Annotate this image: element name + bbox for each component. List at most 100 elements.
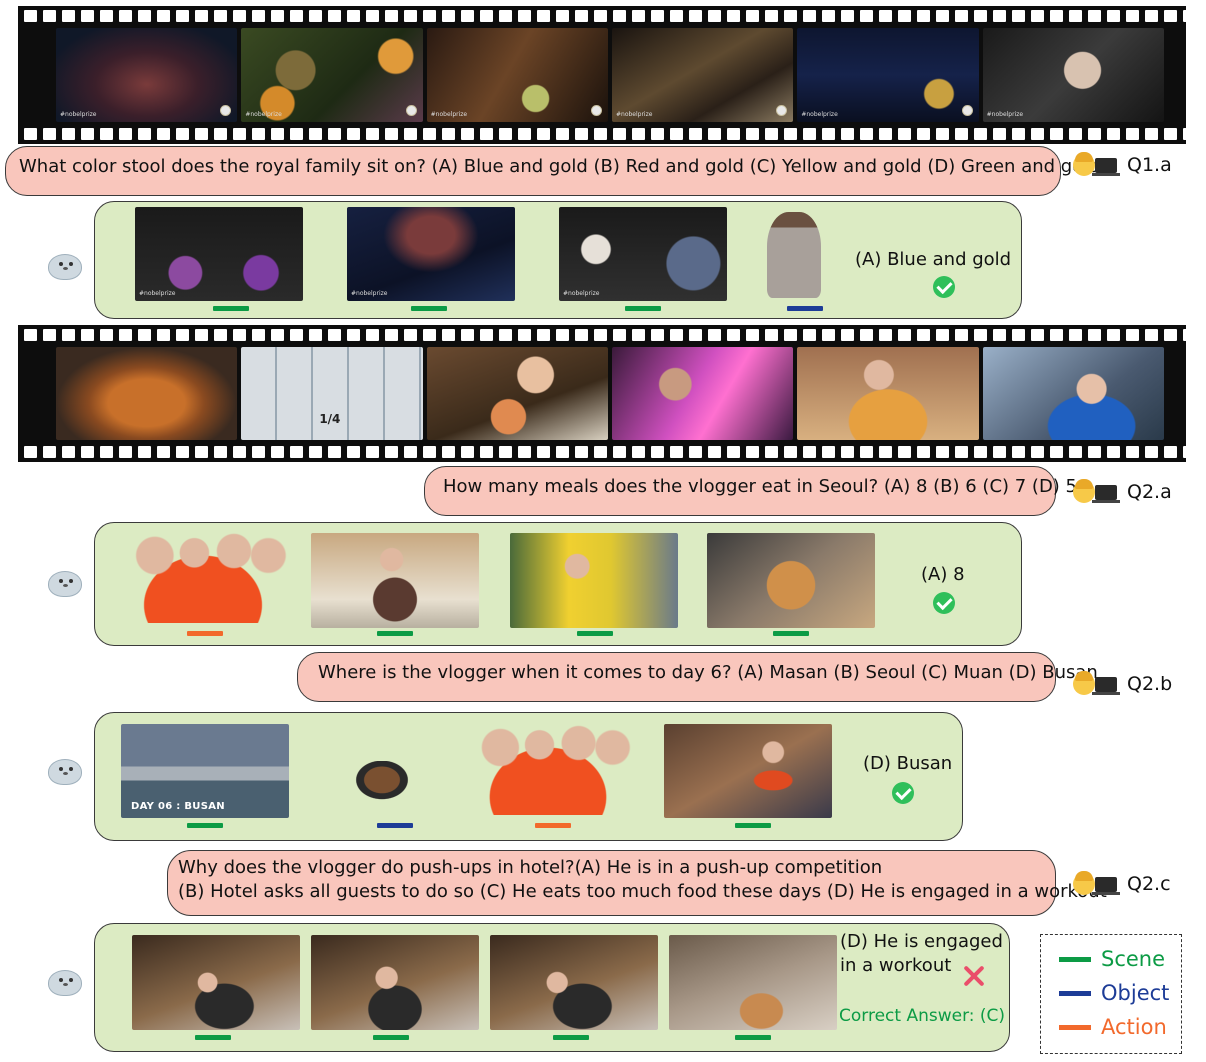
perforation-hole (157, 128, 170, 140)
perforation-hole (24, 446, 37, 458)
perforation-hole (480, 329, 493, 341)
perforation-hole (366, 446, 379, 458)
perforation-hole (879, 446, 892, 458)
perforation-hole (1107, 128, 1120, 140)
question-tag-q1a: Q1.a (1073, 152, 1172, 176)
perforation-hole (1183, 446, 1186, 458)
question-id: Q1.a (1127, 154, 1172, 176)
perforation-hole (594, 329, 607, 341)
perforation-hole (746, 128, 759, 140)
perforation-hole (936, 329, 949, 341)
scene-marker (187, 823, 223, 828)
perforation-hole (974, 128, 987, 140)
answer-text-line-2: in a workout (840, 955, 952, 976)
scene-marker (625, 306, 661, 311)
perforation-hole (119, 10, 132, 22)
scene-marker (577, 631, 613, 636)
perforation-hole (708, 329, 721, 341)
perforation-hole (613, 10, 626, 22)
perforation-hole (1069, 329, 1082, 341)
perforation-hole (290, 446, 303, 458)
perforation-hole (917, 10, 930, 22)
question-bubble-q2a: How many meals does the vlogger eat in S… (424, 466, 1077, 516)
perforation-hole (461, 329, 474, 341)
perforation-hole (385, 329, 398, 341)
evidence-frame: DAY 06 : BUSAN (121, 724, 289, 818)
answer-text-line-1: (D) He is engaged (840, 931, 1003, 952)
film-perforations-top (18, 329, 1186, 341)
perforation-hole (613, 446, 626, 458)
legend-item-object: Object (1059, 981, 1169, 1005)
perforation-hole (1126, 446, 1139, 458)
perforation-hole (765, 329, 778, 341)
perforation-hole (1012, 10, 1025, 22)
perforation-hole (309, 128, 322, 140)
perforation-hole (24, 10, 37, 22)
perforation-hole (62, 329, 75, 341)
question-text: Where is the vlogger when it comes to da… (318, 662, 1098, 683)
perforation-hole (784, 446, 797, 458)
video-frame: #nobelprize (56, 28, 238, 122)
frame-watermark: #nobelprize (986, 111, 1024, 118)
perforation-hole (233, 128, 246, 140)
perforation-hole (1088, 10, 1101, 22)
perforation-hole (195, 446, 208, 458)
scene-marker (773, 631, 809, 636)
check-icon (933, 592, 955, 614)
perforation-hole (518, 128, 531, 140)
perforation-hole (1107, 329, 1120, 341)
perforation-hole (822, 10, 835, 22)
legend-label: Scene (1101, 947, 1166, 971)
perforation-hole (271, 128, 284, 140)
perforation-hole (1164, 329, 1177, 341)
answer-panel-q2b: DAY 06 : BUSAN (D) Busan (94, 712, 963, 841)
perforation-hole (1069, 128, 1082, 140)
frame-watermark: #nobelprize (60, 111, 97, 118)
perforation-hole (518, 10, 531, 22)
perforation-hole (499, 329, 512, 341)
film-perforations-bottom (18, 128, 1186, 140)
question-tag-q2a: Q2.a (1073, 479, 1172, 503)
perforation-hole (195, 128, 208, 140)
laptop-icon (1092, 157, 1120, 176)
perforation-hole (1012, 128, 1025, 140)
perforation-hole (594, 128, 607, 140)
evidence-frame (707, 533, 875, 628)
perforation-hole (632, 10, 645, 22)
perforation-hole (974, 329, 987, 341)
perforation-hole (803, 128, 816, 140)
perforation-hole (499, 10, 512, 22)
perforation-hole (955, 446, 968, 458)
perforation-hole (993, 446, 1006, 458)
perforation-hole (879, 329, 892, 341)
perforation-hole (727, 329, 740, 341)
perforation-hole (138, 128, 151, 140)
video-frame (426, 347, 608, 440)
evidence-cutout-stool (767, 212, 821, 298)
frame-watermark: #nobelprize (245, 111, 282, 118)
perforation-hole (936, 446, 949, 458)
perforation-hole (613, 128, 626, 140)
perforation-hole (556, 329, 569, 341)
perforation-hole (917, 446, 930, 458)
evidence-frame: #nobelprize (135, 207, 303, 301)
perforation-hole (290, 10, 303, 22)
perforation-hole (1183, 329, 1186, 341)
perforation-hole (233, 329, 246, 341)
perforation-hole (100, 128, 113, 140)
nobel-logo-icon (961, 105, 973, 116)
perforation-hole (689, 128, 702, 140)
perforation-hole (252, 446, 265, 458)
perforation-hole (746, 446, 759, 458)
perforation-hole (575, 128, 588, 140)
perforation-hole (1012, 329, 1025, 341)
evidence-cutout-eating (117, 533, 289, 623)
question-text-line-1: Why does the vlogger do push-ups in hote… (178, 857, 883, 878)
perforation-hole (1183, 10, 1186, 22)
perforation-hole (157, 329, 170, 341)
perforation-hole (290, 329, 303, 341)
video-frame: #nobelprize (982, 28, 1164, 122)
video-frame: #nobelprize (611, 28, 794, 122)
perforation-hole (765, 10, 778, 22)
perforation-hole (43, 10, 56, 22)
